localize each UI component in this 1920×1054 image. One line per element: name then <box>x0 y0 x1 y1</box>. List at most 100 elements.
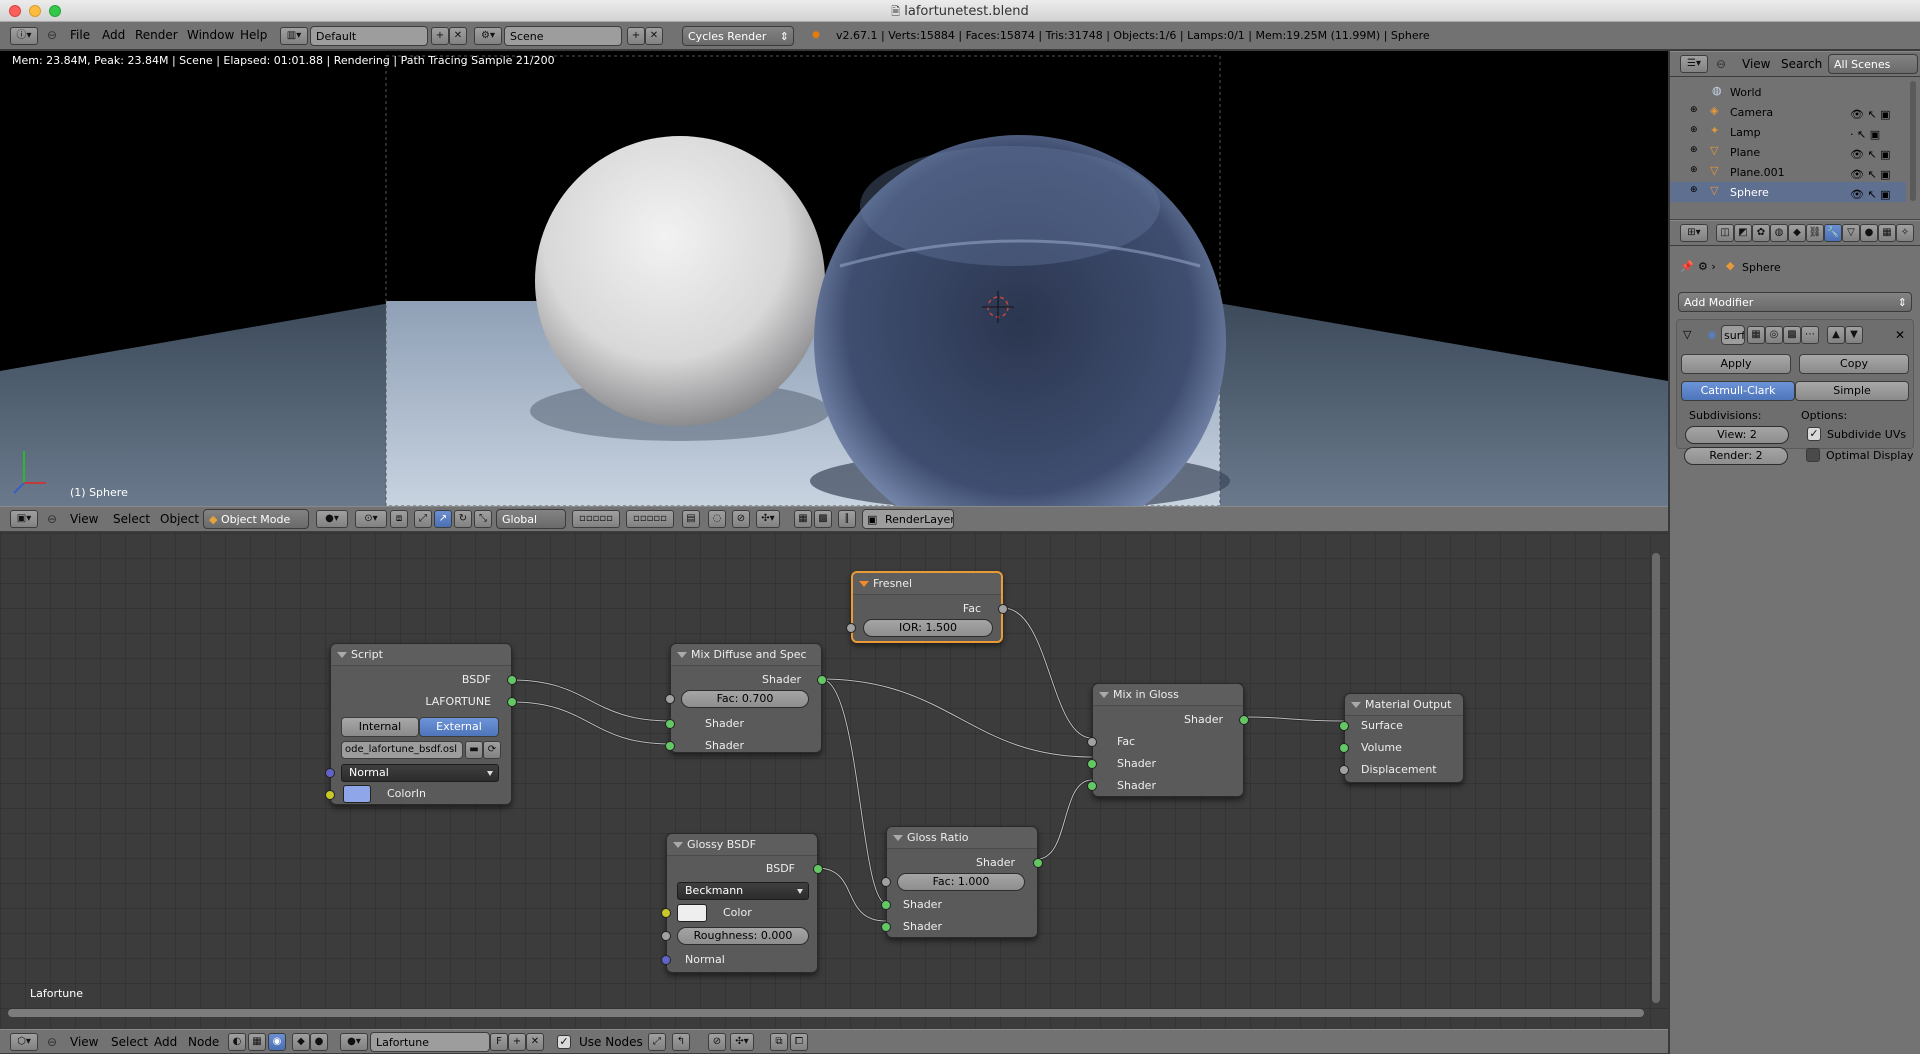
visibility-icon[interactable]: 👁 ↖ ▣ <box>1850 145 1891 165</box>
script-bsdf-output-socket[interactable] <box>507 675 517 685</box>
pivot-point-dropdown[interactable]: ⊙▾ <box>355 510 387 528</box>
world-tab-icon[interactable]: ◍ <box>1770 224 1788 242</box>
node-mix-diffuse-header[interactable]: Mix Diffuse and Spec <box>671 644 821 666</box>
copy-nodes-icon[interactable]: ⧉ <box>770 1033 788 1051</box>
split-icon[interactable]: ∥ <box>838 510 856 528</box>
node-editor[interactable]: Script BSDF LAFORTUNE Internal External … <box>0 533 1668 1029</box>
snap-element-icon[interactable]: ✣▾ <box>756 510 780 528</box>
limit-selection-icon[interactable]: ⧈ <box>390 510 408 528</box>
mix-diffuse-fac-slider[interactable]: Fac: 0.700 <box>681 690 809 708</box>
collapse-menu-icon[interactable]: ⊖ <box>47 28 57 42</box>
fresnel-ior-slider[interactable]: IOR: 1.500 <box>863 619 993 637</box>
material-name-field[interactable]: Lafortune <box>370 1032 490 1052</box>
outliner-scrollbar[interactable] <box>1910 81 1916 201</box>
outliner[interactable]: ◍ World ⊕ ◈ Camera ⊕ ✦ Lamp ⊕ ▽ Plane ⊕ … <box>1670 77 1920 220</box>
outliner-display-dropdown[interactable]: All Scenes <box>1828 54 1918 74</box>
view-levels-slider[interactable]: View: 2 <box>1685 426 1789 444</box>
mix-gloss-shader2-input-socket[interactable] <box>1087 781 1097 791</box>
surface-input-socket[interactable] <box>1339 721 1349 731</box>
snap-mode-dropdown[interactable]: ✣▾ <box>730 1033 754 1051</box>
outliner-item-world[interactable]: ◍ World <box>1670 82 1906 102</box>
node-script[interactable]: Script BSDF LAFORTUNE Internal External … <box>325 643 517 805</box>
roughness-input-socket[interactable] <box>661 931 671 941</box>
node-mix-gloss-header[interactable]: Mix in Gloss <box>1093 684 1243 706</box>
new-material-icon[interactable]: + <box>508 1033 526 1051</box>
script-colorin-input-socket[interactable] <box>325 790 335 800</box>
menu-object[interactable]: Object <box>160 512 199 526</box>
render-layers-tab-icon[interactable]: ◩ <box>1734 224 1752 242</box>
editor-type-node-button[interactable]: ⬡▾ <box>10 1033 38 1051</box>
node-glossy-header[interactable]: Glossy BSDF <box>667 834 817 856</box>
simple-button[interactable]: Simple <box>1795 381 1909 401</box>
use-nodes-checkbox[interactable]: ✓ <box>557 1035 571 1049</box>
data-tab-icon[interactable]: ▽ <box>1842 224 1860 242</box>
screen-layout-icon[interactable]: ▥▾ <box>280 27 308 45</box>
viewport-shading-dropdown[interactable]: ●▾ <box>316 510 348 528</box>
manipulator-icon[interactable]: ⤢ <box>414 510 432 528</box>
editor-type-properties-button[interactable]: ⊞▾ <box>1680 224 1708 242</box>
collapse-menu-icon[interactable]: ⊖ <box>1716 57 1726 71</box>
mix-diffuse-shader-output-socket[interactable] <box>817 675 827 685</box>
gloss-ratio-shader2-input-socket[interactable] <box>881 922 891 932</box>
proportional-edit-icon[interactable]: ◌ <box>708 510 726 528</box>
render-still-icon[interactable]: ▦ <box>794 510 812 528</box>
menu-select[interactable]: Select <box>111 1035 148 1049</box>
menu-add[interactable]: Add <box>154 1035 177 1049</box>
mix-gloss-shader-output-socket[interactable] <box>1239 715 1249 725</box>
menu-render[interactable]: Render <box>135 28 178 42</box>
menu-help[interactable]: Help <box>240 28 267 42</box>
script-mode-internal-button[interactable]: Internal <box>341 717 419 737</box>
glossy-color-swatch[interactable] <box>677 904 707 922</box>
catmull-clark-button[interactable]: Catmull-Clark <box>1681 381 1795 401</box>
script-normal-input-socket[interactable] <box>325 768 335 778</box>
remove-screen-icon[interactable]: ✕ <box>449 27 467 45</box>
render-engine-dropdown[interactable]: Cycles Render ⇕ <box>682 26 794 46</box>
material-tab-icon[interactable]: ● <box>1860 224 1878 242</box>
visibility-icon[interactable]: 👁 ↖ ▣ <box>1850 105 1891 125</box>
render-levels-slider[interactable]: Render: 2 <box>1684 447 1788 465</box>
add-screen-icon[interactable]: + <box>431 27 449 45</box>
menu-add[interactable]: Add <box>102 28 125 42</box>
add-scene-icon[interactable]: + <box>627 27 645 45</box>
object-shader-icon[interactable]: ◆ <box>292 1033 310 1051</box>
roughness-slider[interactable]: Roughness: 0.000 <box>677 927 809 945</box>
scene-field[interactable]: Scene <box>504 26 622 46</box>
expand-icon[interactable]: ⊕ <box>1690 185 1698 195</box>
fresnel-ior-input-socket[interactable] <box>846 623 856 633</box>
parent-node-icon[interactable]: ↰ <box>672 1033 690 1051</box>
expand-icon[interactable]: ⊕ <box>1690 105 1698 115</box>
modifiers-tab-icon[interactable]: 🔧 <box>1824 224 1842 242</box>
node-gloss-ratio[interactable]: Gloss Ratio Shader Fac: 1.000 Shader Sha… <box>881 826 1043 938</box>
scene-tab-icon[interactable]: ✿ <box>1752 224 1770 242</box>
gloss-ratio-fac-slider[interactable]: Fac: 1.000 <box>897 873 1025 891</box>
object-tab-icon[interactable]: ◆ <box>1788 224 1806 242</box>
constraints-tab-icon[interactable]: ⛓ <box>1806 224 1824 242</box>
translate-manipulator-icon[interactable]: ↗ <box>434 510 452 528</box>
expand-icon[interactable]: ⊕ <box>1690 165 1698 175</box>
node-fresnel[interactable]: Fresnel Fac IOR: 1.500 <box>846 571 1008 643</box>
layers-grid-2[interactable]: ▫▫▫▫▫ <box>626 510 674 528</box>
snap-toggle-icon[interactable]: ⊘ <box>708 1033 726 1051</box>
texture-tab-icon[interactable]: ▦ <box>1878 224 1896 242</box>
editor-type-outliner-button[interactable]: ☰▾ <box>1680 55 1708 73</box>
visibility-icon[interactable]: 👁 ↖ ▣ <box>1850 165 1891 185</box>
compositing-nodes-icon[interactable]: ◉ <box>268 1033 286 1051</box>
add-modifier-dropdown[interactable]: Add Modifier ⇕ <box>1678 292 1912 312</box>
unlink-material-icon[interactable]: ✕ <box>526 1033 544 1051</box>
node-gloss-ratio-header[interactable]: Gloss Ratio <box>887 827 1037 849</box>
collapse-modifier-icon[interactable]: ▽ <box>1683 328 1691 341</box>
scale-manipulator-icon[interactable]: ⤡ <box>474 510 492 528</box>
visibility-icon[interactable]: · ↖ ▣ <box>1850 125 1891 145</box>
world-shader-icon[interactable]: ● <box>310 1033 328 1051</box>
gloss-ratio-fac-input-socket[interactable] <box>881 877 891 887</box>
screen-layout-field[interactable]: Default <box>310 26 428 46</box>
reload-script-icon[interactable]: ⟳ <box>483 741 501 759</box>
layers-grid-1[interactable]: ▫▫▫▫▫ <box>572 510 620 528</box>
displacement-input-socket[interactable] <box>1339 765 1349 775</box>
fake-user-button[interactable]: F <box>490 1033 508 1051</box>
mix-gloss-shader1-input-socket[interactable] <box>1087 759 1097 769</box>
lock-layers-icon[interactable]: ▤ <box>682 510 700 528</box>
collapse-menu-icon[interactable]: ⊖ <box>47 512 57 526</box>
show-render-icon[interactable]: ▩ <box>1783 326 1801 344</box>
apply-button[interactable]: Apply <box>1681 354 1791 374</box>
